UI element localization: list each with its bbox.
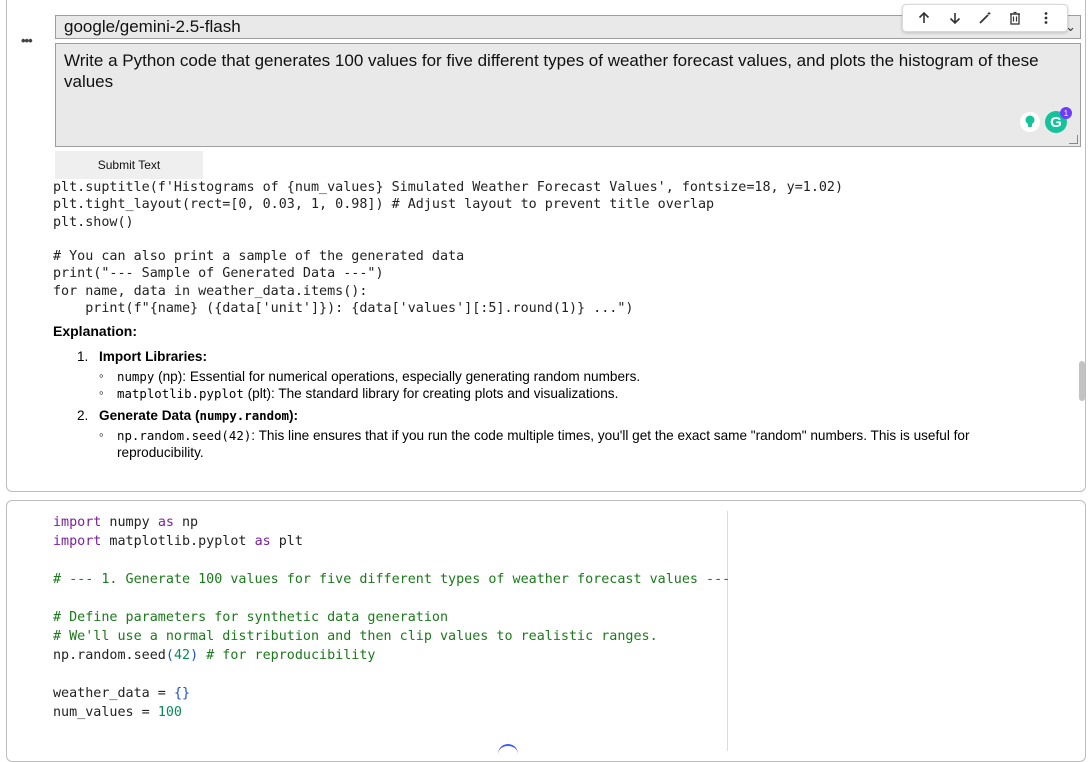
grammarly-icon: G 1 (1020, 107, 1072, 133)
more-vertical-icon[interactable] (1035, 7, 1057, 29)
submit-text-button[interactable]: Submit Text (55, 151, 203, 179)
explanation-list: 1. Import Libraries: numpy (np): Essenti… (77, 349, 1057, 467)
list-item: numpy (np): Essential for numerical oper… (99, 367, 1057, 385)
svg-text:G: G (1050, 114, 1062, 131)
item-number: 2. (77, 408, 89, 423)
scrollbar-thumb[interactable] (1079, 361, 1085, 401)
code-line: print(f"{name} ({data['unit']}): {data['… (53, 301, 634, 317)
grammarly-badge-count: 1 (1064, 109, 1069, 118)
prompt-textarea[interactable]: Write a Python code that generates 100 v… (55, 43, 1081, 147)
item-title: Import Libraries: (99, 349, 208, 364)
item-title: Generate Data (numpy.random): (99, 408, 299, 423)
magic-wand-icon[interactable] (974, 7, 996, 29)
code-line: # You can also print a sample of the gen… (53, 249, 465, 265)
item-number: 1. (77, 349, 89, 364)
notebook-cell-code-editor[interactable]: import numpy as np import matplotlib.pyp… (6, 500, 1086, 762)
notebook-cell-top: ••• google/gemini-2.5-flash ⌄ Write a Py… (6, 0, 1086, 492)
explanation-item: 2. Generate Data (numpy.random): np.rand… (77, 408, 1057, 461)
cell-menu-dots-icon[interactable]: ••• (21, 33, 33, 48)
grammarly-widget[interactable]: G 1 (1017, 107, 1073, 135)
resize-handle-icon[interactable] (1069, 135, 1078, 144)
arrow-down-icon[interactable] (944, 7, 966, 29)
prompt-text: Write a Python code that generates 100 v… (64, 51, 1039, 91)
code-line: plt.tight_layout(rect=[0, 0.03, 1, 0.98]… (53, 197, 715, 213)
arrow-up-icon[interactable] (913, 7, 935, 29)
trash-icon[interactable] (1004, 7, 1026, 29)
list-item: matplotlib.pyplot (plt): The standard li… (99, 384, 1057, 402)
code-output: plt.suptitle(f'Histograms of {num_values… (53, 179, 843, 317)
explanation-heading: Explanation: (53, 323, 138, 339)
explanation-item: 1. Import Libraries: numpy (np): Essenti… (77, 349, 1057, 402)
code-editor[interactable]: import numpy as np import matplotlib.pyp… (53, 513, 730, 722)
list-item: np.random.seed(42): This line ensures th… (99, 426, 1057, 461)
code-line: for name, data in weather_data.items(): (53, 283, 368, 299)
code-line: plt.suptitle(f'Histograms of {num_values… (53, 180, 844, 195)
cell-toolbar (902, 4, 1068, 32)
code-line: plt.show() (53, 214, 134, 230)
model-select-value: google/gemini-2.5-flash (64, 17, 241, 36)
code-line: print("--- Sample of Generated Data ---"… (53, 266, 384, 282)
